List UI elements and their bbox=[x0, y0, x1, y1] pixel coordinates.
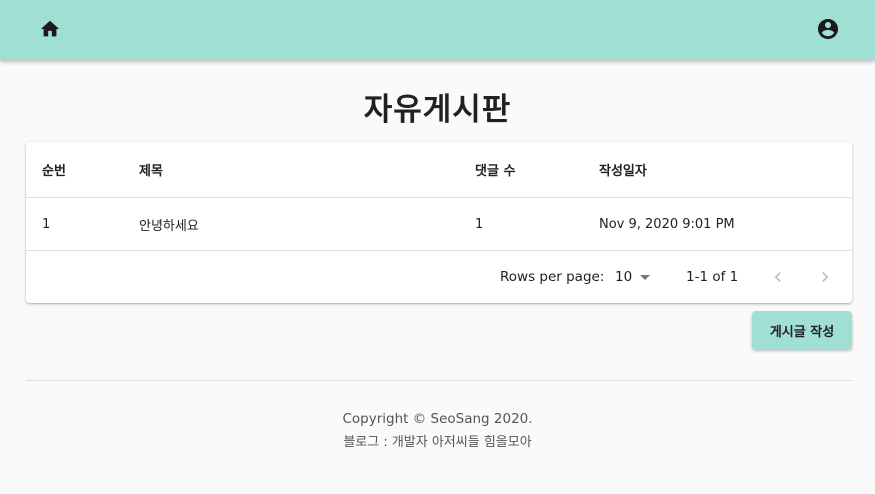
next-page-button[interactable] bbox=[813, 265, 837, 289]
home-icon bbox=[40, 20, 60, 37]
account-circle-icon bbox=[818, 19, 838, 39]
rows-per-page-select[interactable]: 10 bbox=[615, 269, 651, 285]
table-row[interactable]: 1 안녕하세요 1 Nov 9, 2020 9:01 PM bbox=[26, 198, 852, 251]
footer-blog: 블로그 : 개발자 아저씨들 힘을모아 bbox=[343, 435, 532, 450]
row-title[interactable]: 안녕하세요 bbox=[139, 198, 199, 250]
previous-page-button[interactable] bbox=[766, 265, 790, 289]
rows-per-page-label: Rows per page: bbox=[500, 269, 605, 285]
write-post-button[interactable]: 게시글 작성 bbox=[752, 311, 852, 349]
column-header-comments[interactable]: 댓글 수 bbox=[475, 142, 515, 197]
pagination-range: 1-1 of 1 bbox=[686, 269, 739, 285]
column-header-no[interactable]: 순번 bbox=[42, 142, 66, 197]
row-comments: 1 bbox=[475, 216, 484, 232]
app-bar bbox=[0, 0, 875, 60]
chevron-right-icon bbox=[822, 272, 829, 282]
footer-copyright: Copyright © SeoSang 2020. bbox=[342, 411, 533, 427]
footer-divider bbox=[26, 380, 852, 381]
column-header-title[interactable]: 제목 bbox=[139, 142, 163, 197]
table-header-row: 순번 제목 댓글 수 작성일자 bbox=[26, 142, 852, 198]
row-date: Nov 9, 2020 9:01 PM bbox=[599, 216, 735, 232]
page-title: 자유게시판 bbox=[363, 92, 512, 128]
home-button[interactable] bbox=[30, 9, 70, 49]
dropdown-arrow-icon bbox=[640, 274, 651, 280]
column-header-date[interactable]: 작성일자 bbox=[599, 142, 647, 197]
chevron-left-icon bbox=[774, 272, 781, 282]
account-button[interactable] bbox=[808, 9, 848, 49]
table-pagination: Rows per page: 10 1-1 of 1 bbox=[26, 251, 852, 303]
row-no: 1 bbox=[42, 216, 51, 232]
posts-table: 순번 제목 댓글 수 작성일자 1 안녕하세요 1 Nov 9, 2020 9:… bbox=[26, 142, 852, 303]
rows-per-page-value: 10 bbox=[615, 269, 633, 285]
